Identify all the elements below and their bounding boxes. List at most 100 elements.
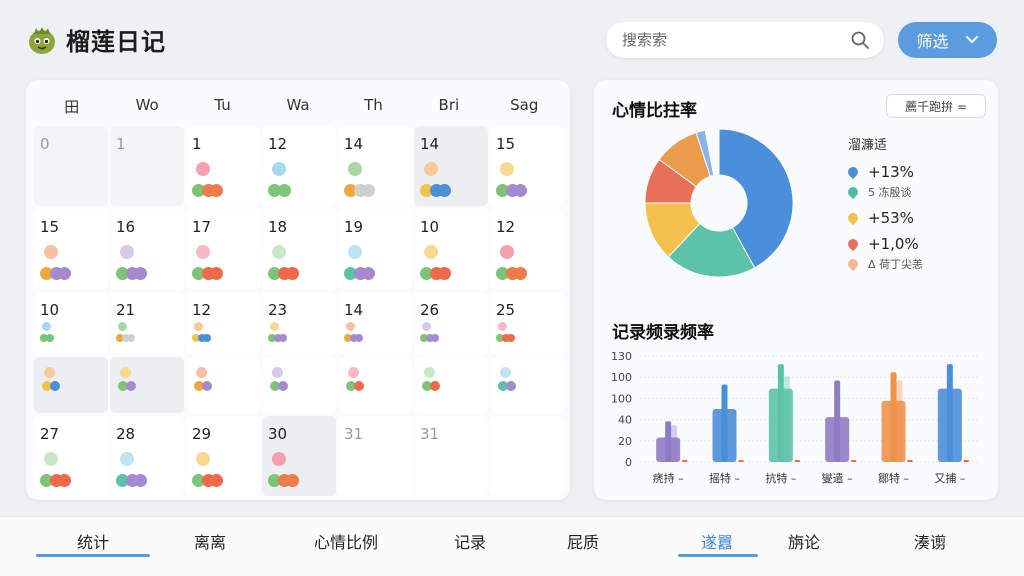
nav-tab[interactable]: 屁质 — [567, 529, 599, 553]
bar-baseline-marker — [738, 460, 744, 462]
y-tick-label: 40 — [618, 414, 632, 427]
legend-item: +13% — [845, 161, 923, 183]
calendar-day[interactable]: 12 — [490, 209, 564, 289]
calendar-day[interactable]: 14 — [414, 126, 488, 206]
calendar-day[interactable]: 26 — [414, 292, 488, 354]
mood-dot — [438, 267, 451, 280]
mood-dot — [278, 184, 291, 197]
filter-button[interactable]: 筛选 — [898, 22, 997, 58]
x-tick-label: 鄒特 – — [878, 471, 909, 485]
mood-dot — [348, 245, 362, 259]
bar-main[interactable] — [656, 437, 681, 462]
nav-tab[interactable]: 心情比例 — [314, 529, 378, 553]
mood-dot — [348, 162, 362, 176]
y-tick-label: 100 — [611, 392, 632, 405]
mood-range-select[interactable]: 薦千跑拚 ≂ — [886, 94, 986, 118]
calendar-day-extension[interactable] — [338, 357, 412, 413]
day-number: 12 — [192, 301, 212, 319]
calendar-day[interactable]: 14 — [338, 126, 412, 206]
legend-swatch-peach — [845, 256, 861, 272]
mood-dot — [278, 381, 288, 391]
search-input[interactable] — [622, 31, 850, 49]
mood-dot — [120, 452, 134, 466]
bar-main[interactable] — [768, 388, 793, 462]
legend-item: 5 冻殷谈 — [845, 183, 923, 201]
mood-dot — [514, 184, 527, 197]
mood-dot — [203, 334, 211, 342]
bar-main[interactable] — [825, 417, 850, 462]
calendar-day[interactable]: 25 — [490, 292, 564, 354]
calendar-day[interactable]: 10 — [34, 292, 108, 354]
mood-dot — [194, 322, 203, 331]
calendar-day-extension[interactable] — [186, 357, 260, 413]
nav-tab[interactable]: 统计 — [77, 529, 109, 553]
calendar-day[interactable]: 27 — [34, 416, 108, 496]
day-number: 19 — [344, 218, 364, 236]
calendar-day[interactable]: 28 — [110, 416, 184, 496]
nav-tab[interactable]: 旃论 — [788, 529, 820, 553]
calendar-day[interactable]: 15 — [34, 209, 108, 289]
calendar-day-extension[interactable] — [34, 357, 108, 413]
calendar-day[interactable]: 14 — [338, 292, 412, 354]
app-title: 榴莲日记 — [66, 28, 166, 56]
search-icon[interactable] — [850, 30, 870, 50]
calendar-day[interactable]: 10 — [414, 209, 488, 289]
mood-dot — [500, 245, 514, 259]
nav-tab[interactable]: 离离 — [194, 529, 226, 553]
legend-value: +13% — [868, 163, 914, 181]
nav-tab[interactable]: 记录 — [454, 529, 486, 553]
calendar-day[interactable]: 0 — [34, 126, 108, 206]
day-number: 14 — [344, 301, 364, 319]
calendar-day[interactable]: 1 — [110, 126, 184, 206]
nav-tab[interactable]: 湊谫 — [914, 529, 946, 553]
mood-dot — [424, 162, 438, 176]
bar-main[interactable] — [881, 400, 906, 462]
calendar-day[interactable]: 12 — [186, 292, 260, 354]
mood-dot — [42, 322, 51, 331]
calendar-day[interactable]: 19 — [338, 209, 412, 289]
calendar-day[interactable]: 23 — [262, 292, 336, 354]
calendar-day-extension[interactable] — [490, 357, 564, 413]
y-tick-label: 0 — [625, 456, 632, 469]
calendar-day[interactable]: 29 — [186, 416, 260, 496]
day-number: 28 — [116, 425, 136, 443]
calendar-day-extension[interactable] — [110, 357, 184, 413]
calendar-day[interactable]: 31 — [414, 416, 488, 496]
weekday-label: Sag — [510, 96, 539, 114]
calendar-day[interactable]: 30 — [262, 416, 336, 496]
nav-tab[interactable]: 遂囂 — [701, 529, 733, 553]
mood-dot — [424, 245, 438, 259]
calendar-day[interactable] — [490, 416, 564, 496]
mood-dot — [362, 184, 375, 197]
day-number: 0 — [40, 135, 50, 153]
calendar-day[interactable]: 1 — [186, 126, 260, 206]
calendar-day[interactable]: 16 — [110, 209, 184, 289]
bar-main[interactable] — [937, 388, 962, 462]
calendar-day[interactable]: 12 — [262, 126, 336, 206]
day-number: 16 — [116, 218, 136, 236]
mood-dot — [286, 267, 299, 280]
x-tick-label: 痜持 – — [653, 471, 684, 485]
mood-donut-chart — [644, 128, 794, 278]
calendar-day[interactable]: 18 — [262, 209, 336, 289]
calendar-day[interactable]: 31 — [338, 416, 412, 496]
mood-dot — [196, 162, 210, 176]
day-number: 27 — [40, 425, 60, 443]
mood-dot — [506, 381, 516, 391]
x-tick-label: 抗特 – — [765, 471, 796, 485]
search-bar[interactable] — [606, 22, 884, 58]
calendar-day[interactable]: 21 — [110, 292, 184, 354]
mood-dot — [362, 267, 375, 280]
weekday-label: Tu — [214, 96, 231, 114]
weekday-label: Bri — [438, 96, 460, 114]
calendar-day[interactable]: 15 — [490, 126, 564, 206]
mood-dot — [44, 452, 58, 466]
bar-main[interactable] — [712, 409, 737, 462]
legend-value: +53% — [868, 209, 914, 227]
calendar-day-extension[interactable] — [262, 357, 336, 413]
calendar-day[interactable]: 17 — [186, 209, 260, 289]
x-tick-label: 又捕 – — [934, 471, 965, 485]
mood-dot — [46, 334, 54, 342]
calendar-day-extension[interactable] — [414, 357, 488, 413]
legend-swatch-blue — [845, 164, 861, 180]
